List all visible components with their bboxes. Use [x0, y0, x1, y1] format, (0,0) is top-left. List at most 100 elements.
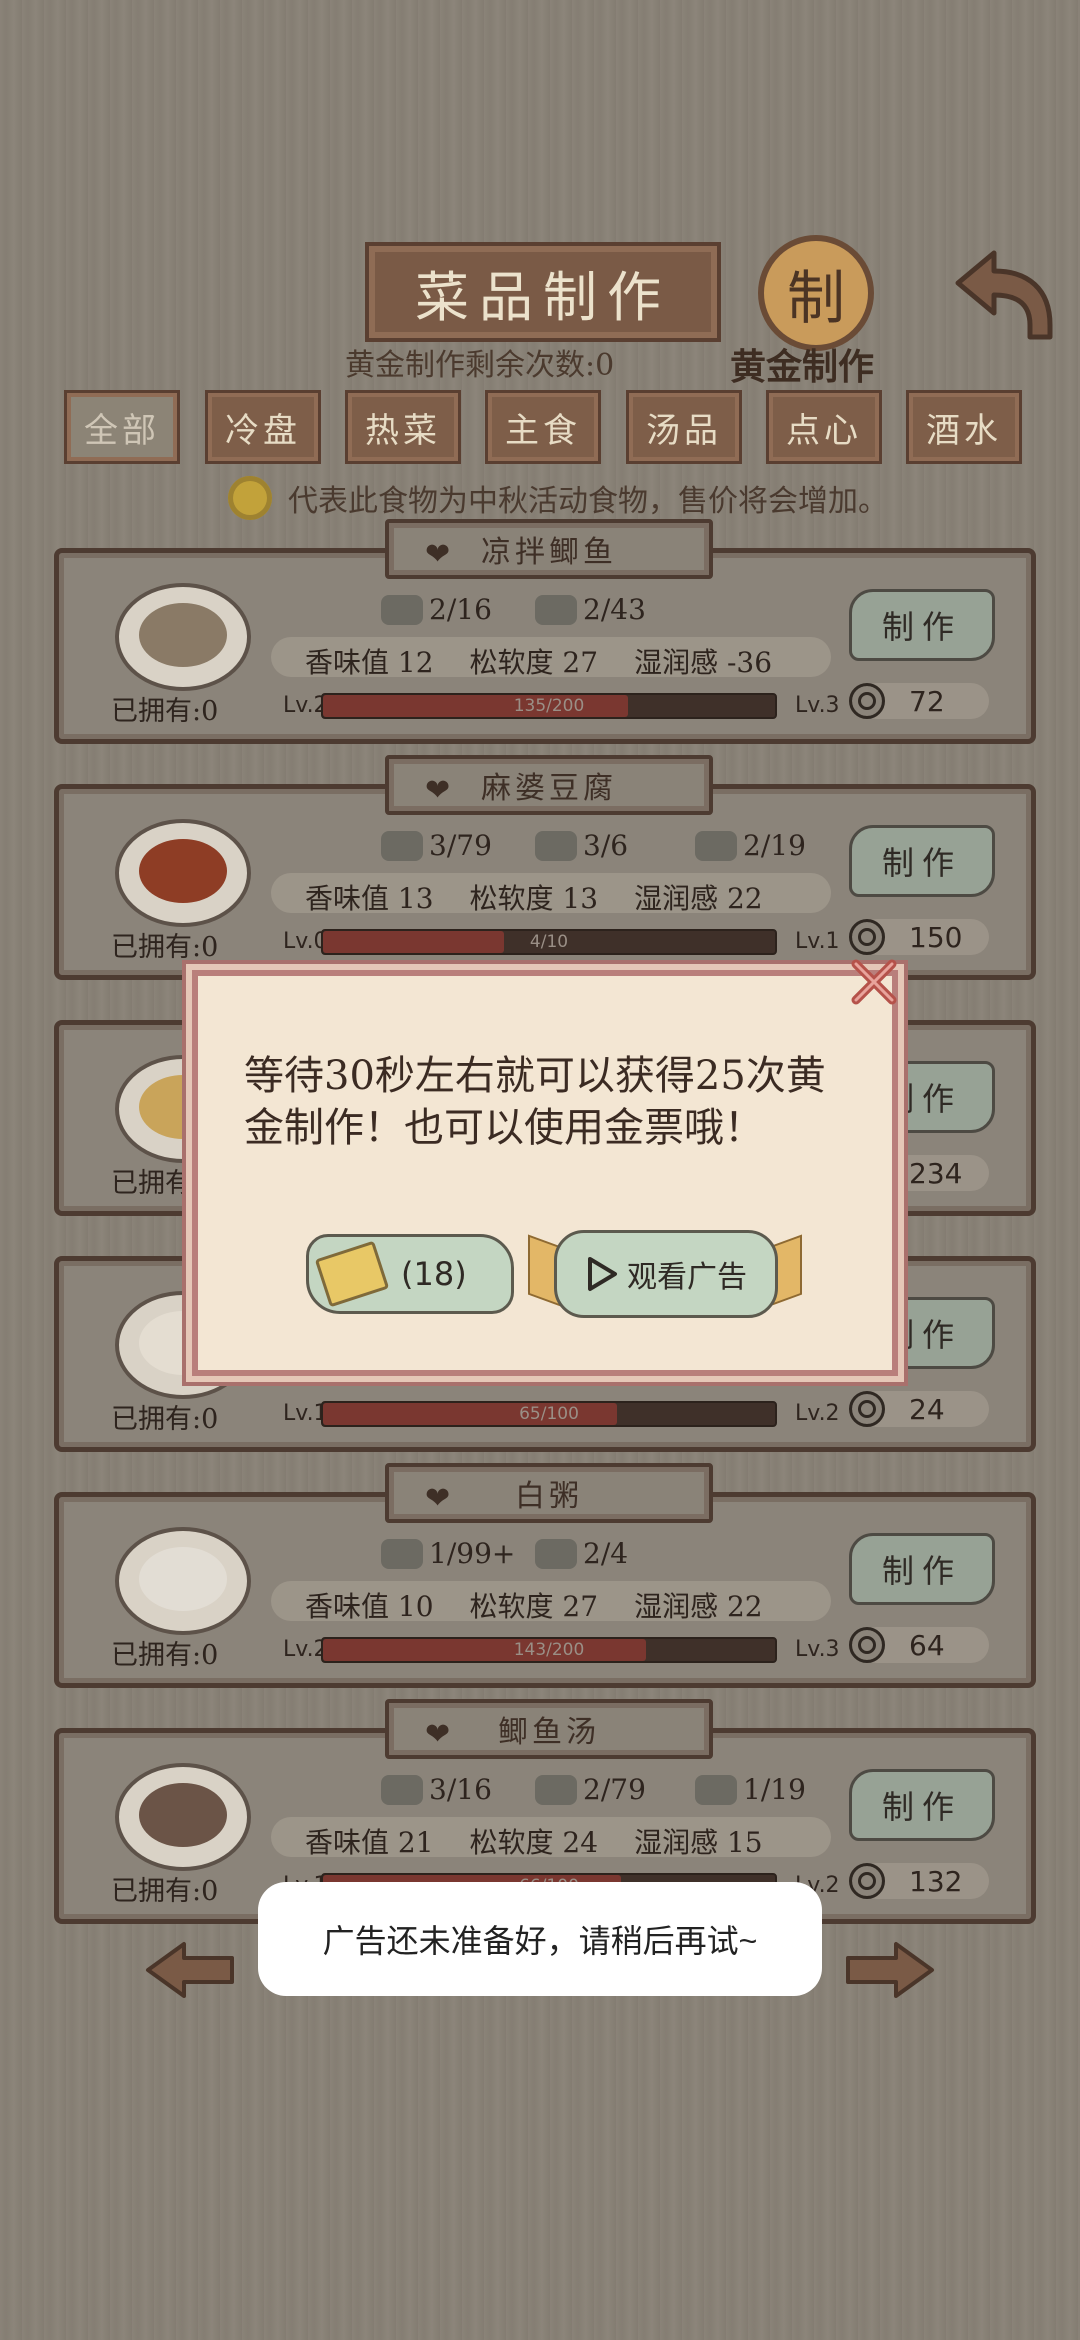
toast-message: 广告还未准备好，请稍后再试~ — [258, 1882, 822, 1996]
prev-page-arrow-icon[interactable] — [144, 1940, 236, 2000]
dish-name: 凉拌鲫鱼 — [481, 535, 617, 570]
ingredient: 2/4 — [535, 1537, 628, 1570]
event-notice-text: 代表此食物为中秋活动食物，售价将会增加。 — [288, 484, 888, 519]
dish-name: 白粥 — [515, 1479, 583, 1514]
progress-text: 65/100 — [519, 1404, 579, 1424]
tab-4[interactable]: 汤品 — [626, 390, 742, 464]
ticket-count: (18) — [401, 1255, 467, 1293]
ingredient: 2/43 — [535, 593, 646, 626]
dish-name-plaque: ❤ 凉拌鲫鱼 — [385, 519, 713, 579]
price-value: 24 — [909, 1392, 945, 1426]
dish-attributes: 香味值 12 松软度 27 湿润感 -36 — [305, 641, 772, 681]
tab-2[interactable]: 热菜 — [345, 390, 461, 464]
make-button[interactable]: 制作 — [849, 1533, 995, 1605]
level-progress-bar: 4/10 — [321, 929, 777, 955]
level-next: Lv.3 — [795, 1637, 840, 1662]
gold-ticket-icon — [314, 1240, 390, 1308]
gold-remaining-count: 黄金制作剩余次数:0 — [345, 348, 615, 383]
gold-make-seal-button[interactable]: 制 — [758, 235, 874, 351]
ingredient-count: 3/6 — [583, 829, 629, 862]
coin-icon — [849, 1627, 885, 1663]
dialog-message: 等待30秒左右就可以获得25次黄金制作！也可以使用金票哦！ — [244, 1053, 826, 1151]
ingredient-icon — [535, 594, 577, 625]
owned-count: 已拥有:0 — [111, 696, 219, 727]
ingredient: 3/79 — [381, 829, 492, 862]
level-next: Lv.3 — [795, 693, 840, 718]
ingredient-count: 2/19 — [743, 829, 806, 862]
ingredient-count: 3/79 — [429, 829, 492, 862]
watch-ad-label: 观看广告 — [627, 1260, 747, 1295]
back-arrow-icon[interactable] — [948, 245, 1058, 345]
make-button[interactable]: 制作 — [849, 1769, 995, 1841]
level-progress-bar: 143/200 — [321, 1637, 777, 1663]
tab-0[interactable]: 全部 — [64, 390, 180, 464]
event-notice: 代表此食物为中秋活动食物，售价将会增加。 — [228, 475, 988, 521]
use-ticket-button[interactable]: (18) — [306, 1234, 514, 1314]
ingredient-count: 2/43 — [583, 593, 646, 626]
make-button[interactable]: 制作 — [849, 589, 995, 661]
attribute: 松软度 13 — [469, 882, 599, 915]
ingredient-icon — [381, 830, 423, 861]
flower-icon — [228, 476, 272, 520]
price: 150 — [849, 919, 962, 955]
ingredient-icon — [695, 1774, 737, 1805]
owned-count: 已拥有:0 — [111, 932, 219, 963]
attribute: 松软度 24 — [469, 1826, 599, 1859]
coin-icon — [849, 683, 885, 719]
ingredient-count: 2/79 — [583, 1773, 646, 1806]
attribute: 香味值 12 — [305, 646, 434, 679]
tab-5[interactable]: 点心 — [766, 390, 882, 464]
heart-icon[interactable]: ❤ — [425, 1481, 454, 1516]
watch-ad-body: 观看广告 — [554, 1230, 778, 1318]
tab-3[interactable]: 主食 — [485, 390, 601, 464]
next-page-arrow-icon[interactable] — [844, 1940, 936, 2000]
price: 132 — [849, 1863, 962, 1899]
attribute: 松软度 27 — [469, 1590, 599, 1623]
level-next: Lv.1 — [795, 929, 840, 954]
make-button[interactable]: 制作 — [849, 825, 995, 897]
watch-ad-button[interactable]: 观看广告 — [528, 1230, 802, 1318]
heart-icon[interactable]: ❤ — [425, 537, 454, 572]
heart-icon[interactable]: ❤ — [425, 773, 454, 808]
dish-name-plaque: ❤ 麻婆豆腐 — [385, 755, 713, 815]
owned-count: 已拥有:0 — [111, 1640, 219, 1671]
ingredient-icon — [381, 1774, 423, 1805]
close-icon[interactable] — [846, 954, 902, 1010]
dish-image — [115, 583, 251, 691]
price-value: 64 — [909, 1628, 945, 1662]
level-next: Lv.2 — [795, 1401, 840, 1426]
level-progress-bar: 135/200 — [321, 693, 777, 719]
dish-image — [115, 1527, 251, 1635]
ingredient-icon — [535, 1538, 577, 1569]
dish-card: ❤ 麻婆豆腐已拥有:0 3/79 3/6 2/19 香味值 13 松软度 13 湿润感 22 L… — [54, 755, 1036, 980]
ingredient-icon — [695, 830, 737, 861]
dish-attributes: 香味值 10 松软度 27 湿润感 22 — [305, 1585, 763, 1625]
owned-count: 已拥有:0 — [111, 1876, 219, 1907]
dish-card: ❤ 白粥 已拥有:0 1/99+ 2/4 香味值 10 松软度 27 湿润感 22 Lv.2 14… — [54, 1463, 1036, 1688]
price: 72 — [849, 683, 945, 719]
heart-icon[interactable]: ❤ — [425, 1717, 454, 1752]
price-value: 72 — [909, 684, 945, 718]
ingredient-count: 2/16 — [429, 593, 492, 626]
dish-name: 鲫鱼汤 — [498, 1715, 600, 1750]
attribute: 湿润感 22 — [634, 882, 763, 915]
page-title-plaque: 菜品制作 — [365, 242, 721, 342]
price-value: 150 — [909, 920, 963, 954]
attribute: 香味值 13 — [305, 882, 434, 915]
ingredient: 2/79 — [535, 1773, 646, 1806]
page-title: 菜品制作 — [415, 265, 671, 329]
owned-count: 已拥有 — [111, 1168, 192, 1199]
tab-1[interactable]: 冷盘 — [205, 390, 321, 464]
ingredient-icon — [535, 1774, 577, 1805]
price-value: 234 — [909, 1156, 963, 1190]
attribute: 湿润感 15 — [634, 1826, 763, 1859]
progress-text: 143/200 — [513, 1640, 585, 1660]
ingredient: 1/19 — [695, 1773, 806, 1806]
level-progress-bar: 65/100 — [321, 1401, 777, 1427]
play-icon — [588, 1257, 617, 1291]
tab-6[interactable]: 酒水 — [906, 390, 1022, 464]
ingredient-count: 1/19 — [743, 1773, 806, 1806]
owned-count: 已拥有:0 — [111, 1404, 219, 1435]
coin-icon — [849, 1391, 885, 1427]
price: 64 — [849, 1627, 945, 1663]
